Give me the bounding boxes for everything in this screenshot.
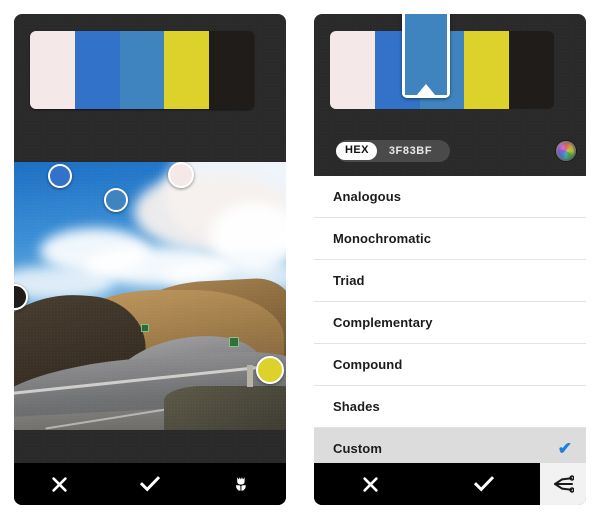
check-icon: ✔ [557,439,572,458]
flower-icon [235,477,246,491]
hex-value[interactable]: 3F83BF [377,145,448,157]
harmony-list-item[interactable]: Monochromatic [314,218,586,260]
palette-swatch[interactable] [74,31,120,109]
scissors-icon [554,475,574,493]
harmony-list-item-label: Complementary [333,315,433,330]
selected-swatch-frame[interactable] [402,14,450,98]
close-icon [363,476,378,492]
hex-field[interactable]: HEX 3F83BF [336,140,451,162]
harmony-list-item-label: Analogous [333,189,402,204]
harmony-list-item-label: Custom [333,441,382,456]
palette-swatch[interactable] [119,31,165,109]
harmony-list: Analogous Monochromatic Triad Complementary… [314,176,586,463]
check-icon [473,476,494,492]
palette-swatch[interactable] [509,31,554,109]
right-palette-area [314,14,586,136]
extracted-palette[interactable] [30,31,254,109]
harmony-list-item-label: Triad [333,273,365,288]
handle-3[interactable] [104,188,128,212]
right-panel: HEX 3F83BF Analogous Monochromatic Triad Co… [314,14,586,505]
palette-swatch[interactable] [164,31,210,109]
color-wheel-button[interactable] [556,141,576,161]
harmony-list-item[interactable]: Triad [314,260,586,302]
road-sign [229,337,239,347]
selected-swatch-fill [405,14,447,95]
harmony-list-item-label: Shades [333,399,380,414]
handle-2[interactable] [168,162,194,188]
scissors-button[interactable] [540,463,586,505]
harmony-list-item[interactable]: Shades [314,386,586,428]
flower-button[interactable] [195,463,286,505]
palette-swatch[interactable] [464,31,510,109]
close-icon [52,476,67,492]
check-icon [140,476,160,492]
photo-stage [14,148,286,468]
confirm-button[interactable] [427,463,540,505]
left-palette-area [14,14,286,136]
right-toolbar [314,463,586,505]
roadside-verge [164,386,286,430]
right-toolbar-dark-section [314,463,540,505]
cancel-button[interactable] [14,463,105,505]
road-sign-post [247,365,253,387]
color-wheel-icon [556,141,576,161]
palette-swatch[interactable] [209,31,254,109]
harmony-list-item-label: Monochromatic [333,231,432,246]
left-toolbar [14,463,286,505]
harmony-list-item[interactable]: Custom ✔ [314,428,586,463]
harmony-list-item-label: Compound [333,357,403,372]
harmony-list-item[interactable]: Compound [314,344,586,386]
handle-5[interactable] [256,356,284,384]
palette-swatch[interactable] [30,31,75,109]
palette-swatch[interactable] [330,31,375,109]
handle-1[interactable] [48,164,72,188]
photo-canvas[interactable] [14,162,286,430]
cancel-button[interactable] [314,463,427,505]
hex-tag-label: HEX [336,142,377,160]
harmony-list-item[interactable]: Analogous [314,176,586,218]
confirm-button[interactable] [105,463,196,505]
road-sign [141,324,149,332]
app-screen: HEX 3F83BF Analogous Monochromatic Triad Co… [0,0,600,519]
harmony-list-item[interactable]: Complementary [314,302,586,344]
left-panel [14,14,286,505]
